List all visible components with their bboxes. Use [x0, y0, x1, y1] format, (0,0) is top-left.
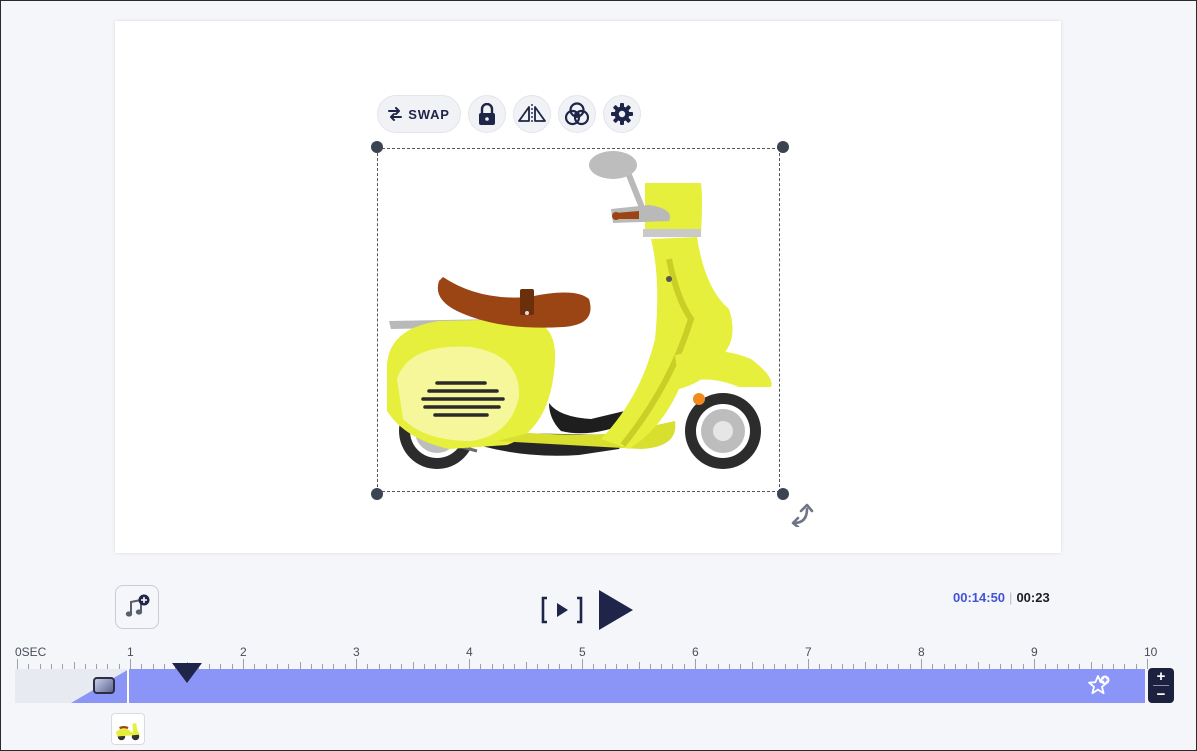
- zoom-out-button[interactable]: −: [1157, 687, 1166, 702]
- lock-icon: [479, 103, 495, 125]
- resize-handle-top-right[interactable]: [777, 141, 789, 153]
- timeline-tick-label: 10: [1144, 645, 1158, 659]
- timeline-tick: [977, 662, 979, 669]
- timeline-tick: [73, 662, 75, 669]
- resize-handle-top-left[interactable]: [371, 141, 383, 153]
- timeline-tick-label: 4: [466, 645, 473, 659]
- swap-label: SWAP: [408, 106, 450, 122]
- timeline-tick-label: 2: [240, 645, 247, 659]
- timeline-tick-label: 9: [1031, 645, 1038, 659]
- timeline-tick: [638, 662, 640, 669]
- resize-handle-bottom-right[interactable]: [777, 488, 789, 500]
- flip-icon: [518, 104, 546, 124]
- music-add-icon: [125, 594, 150, 617]
- zoom-in-button[interactable]: +: [1157, 669, 1166, 684]
- timeline-tick: [582, 659, 583, 669]
- timeline-tick: [1034, 659, 1035, 669]
- timeline-tick: [695, 659, 696, 669]
- add-music-button[interactable]: [115, 585, 159, 629]
- timeline-tick: [469, 659, 470, 669]
- timeline-tick: [864, 662, 866, 669]
- timeline-tick: [356, 659, 357, 669]
- color-filter-icon: [565, 102, 589, 126]
- timeline-tick: [525, 662, 527, 669]
- current-time: 00:14:50: [953, 590, 1006, 605]
- settings-button[interactable]: [603, 95, 641, 133]
- selection-box: [371, 141, 789, 500]
- timeline-tick-label: 8: [918, 645, 925, 659]
- timeline-tick-label: 7: [805, 645, 812, 659]
- timeline-tick: [808, 659, 809, 669]
- color-filter-button[interactable]: [558, 95, 596, 133]
- timeline-tick: [412, 662, 414, 669]
- timeline-tick-label: 1: [127, 645, 134, 659]
- swap-button[interactable]: SWAP: [377, 95, 461, 133]
- timeline-tick-label: 0SEC: [15, 645, 47, 659]
- swap-icon: [388, 107, 403, 121]
- timeline-tick-label: 3: [353, 645, 360, 659]
- clip-thumbnail[interactable]: [111, 713, 145, 745]
- timeline-tick-label: 5: [579, 645, 586, 659]
- lock-button[interactable]: [468, 95, 506, 133]
- timeline-tick-label: 6: [692, 645, 699, 659]
- timeline-zoom-control: + −: [1148, 668, 1174, 703]
- flip-button[interactable]: [513, 95, 551, 133]
- timeline-tick: [751, 662, 753, 669]
- add-effect-star-icon[interactable]: [1087, 674, 1111, 698]
- timeline-tick: [130, 659, 131, 669]
- timeline-tick: [921, 659, 922, 669]
- play-segment-button[interactable]: [539, 593, 585, 627]
- timeline-tick: [17, 659, 18, 669]
- playhead-marker[interactable]: [171, 662, 203, 684]
- timeline-tick: [1147, 659, 1148, 669]
- time-separator: |: [1009, 590, 1013, 605]
- time-display: 00:14:50 | 00:23: [953, 590, 1050, 605]
- play-button[interactable]: [597, 589, 635, 631]
- timeline-tick: [299, 662, 301, 669]
- resize-handle-bottom-left[interactable]: [371, 488, 383, 500]
- rotate-handle-icon[interactable]: [789, 501, 815, 527]
- transition-icon[interactable]: [93, 677, 115, 694]
- timeline-tick: [1090, 662, 1092, 669]
- timeline-tick: [243, 659, 244, 669]
- total-time: 00:23: [1016, 590, 1050, 605]
- gear-icon: [611, 103, 633, 125]
